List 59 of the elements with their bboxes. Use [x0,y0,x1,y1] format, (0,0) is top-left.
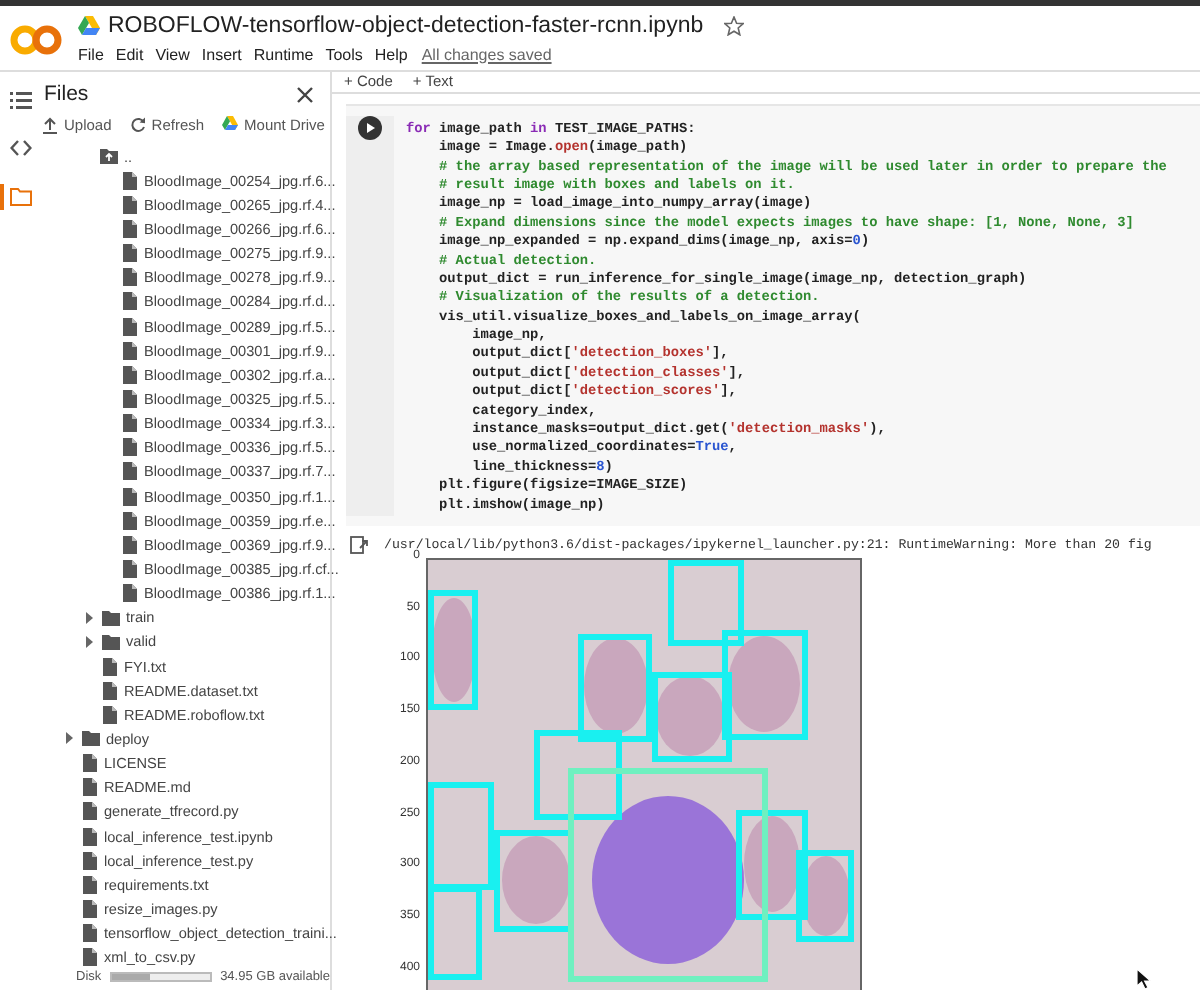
file-icon [122,317,138,336]
file-icon [122,584,138,603]
file-icon [82,875,98,894]
code-brackets-icon [10,138,32,160]
close-icon[interactable] [296,85,314,103]
folder-icon [82,730,100,747]
caret-icon[interactable] [64,732,74,745]
file-icon [82,924,98,943]
star-icon[interactable] [723,15,744,35]
file-icon [122,365,138,384]
menu-item[interactable]: File [78,45,104,63]
file-icon [82,778,98,797]
file-icon [82,948,98,967]
file-icon [122,438,138,457]
file-icon [102,681,118,700]
file-icon [122,462,138,481]
file-icon [122,389,138,408]
upload-icon [42,116,58,134]
file-icon [122,511,138,530]
caret-icon[interactable] [84,611,94,624]
run-button-icon[interactable] [358,115,382,140]
file-icon [122,341,138,360]
rail-button[interactable] [0,184,36,210]
mouse-cursor-icon [1136,968,1152,990]
file-icon [102,657,118,676]
menu-item[interactable]: Help [374,45,408,63]
save-status-link[interactable]: All changes saved [421,45,552,63]
menu-item[interactable]: View [155,45,190,63]
menu-item[interactable]: Tools [325,45,363,63]
file-icon [122,535,138,554]
folder-up-icon [100,148,118,165]
folder-icon [10,186,32,208]
drive-icon [222,116,239,134]
caret-icon[interactable] [84,635,94,648]
file-icon [82,851,98,870]
file-icon [122,195,138,214]
colab-logo[interactable] [10,24,62,56]
file-icon [122,414,138,433]
refresh-icon [129,116,146,134]
file-icon [122,292,138,311]
file-icon [82,827,98,845]
menu-item[interactable]: Runtime [253,45,314,63]
file-icon [82,899,98,918]
file-icon [122,219,138,238]
file-icon [122,559,138,578]
file-icon [82,754,98,773]
notebook-title[interactable]: ROBOFLOW-tensorflow-object-detection-faster-rcnn.ipynb [108,13,704,37]
menu-item[interactable]: Insert [201,45,242,63]
output-icon[interactable] [350,536,368,554]
file-icon [122,268,138,287]
list-icon [10,90,32,112]
file-icon [122,487,138,506]
menu-item[interactable]: Edit [115,45,144,63]
panel-title: Files [44,82,89,106]
drive-icon [78,15,100,35]
file-icon [122,171,138,190]
file-icon [82,802,98,821]
file-icon [102,705,118,724]
file-icon [122,244,138,263]
